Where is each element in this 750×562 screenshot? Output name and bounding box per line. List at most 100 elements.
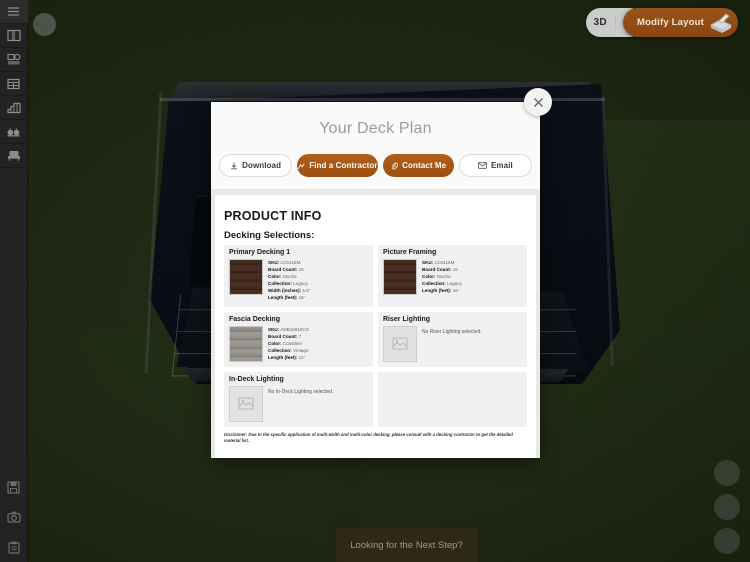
spec-value: Mocha (282, 273, 297, 279)
modal-body[interactable]: PRODUCT INFO Decking Selections: Primary… (211, 189, 540, 458)
spec-value: 7 (298, 333, 302, 339)
find-contractor-label: Find a Contractor (309, 161, 378, 170)
spec-value: LC5416M (280, 260, 301, 265)
placeholder-swatch (383, 325, 417, 362)
sidebar-item-summary[interactable] (0, 532, 28, 562)
sidebar-item-lighting[interactable] (0, 120, 28, 144)
left-toolbar (0, 0, 28, 562)
sidebar-item-menu[interactable] (0, 0, 28, 24)
paperclip-icon (391, 162, 399, 170)
view-mode-3d[interactable]: 3D (586, 17, 615, 28)
next-step-banner[interactable]: Looking for the Next Step? (336, 528, 477, 562)
unlock-all-icon: ALL (719, 500, 735, 514)
card-content: SKU: LC5416M Board Count: 16 Color: Moch… (383, 259, 522, 295)
stairs-icon (6, 102, 21, 113)
modal-header: Your Deck Plan Download Find a Contracto… (211, 102, 540, 189)
card-empty-slot (378, 371, 527, 427)
spec-value: Coastline (282, 340, 302, 346)
floating-tool-column: ALL ALL (714, 460, 740, 554)
deck-plan-modal: Your Deck Plan Download Find a Contracto… (211, 102, 540, 458)
spec-label: Width (inches): (268, 287, 302, 293)
spec-label: Color: (422, 273, 436, 279)
modal-action-row: Download Find a Contractor Contact Me Em… (211, 154, 540, 189)
image-placeholder-icon (238, 397, 254, 410)
card-riser-lighting: Riser Lighting No Riser Lighting selecte… (378, 311, 527, 367)
spec-label: Length (feet): (422, 287, 452, 293)
card-picture-framing: Picture Framing SKU: LC5416M Board Count… (378, 245, 527, 307)
furniture-icon (7, 151, 20, 161)
find-contractor-button[interactable]: Find a Contractor (297, 154, 378, 177)
svg-text:ALL: ALL (726, 542, 735, 548)
sidebar-item-furniture[interactable] (0, 144, 28, 168)
modify-layout-label: Modify Layout (637, 17, 704, 28)
spec-label: Board Count: (422, 266, 452, 272)
in-deck-lighting-note: No In-Deck Lighting selected. (268, 388, 334, 395)
card-primary-decking: Primary Decking 1 SKU: LC5416M Board Cou… (224, 245, 373, 307)
modify-layout-button[interactable]: Modify Layout (623, 8, 738, 37)
app-logo[interactable] (33, 13, 56, 36)
spec-value: 44 (298, 266, 304, 272)
decking-swatch (229, 259, 263, 295)
deck-block-icon (709, 13, 733, 33)
spec-value: 16' (298, 294, 305, 300)
card-row-3: In-Deck Lighting No In-Deck Lighting sel… (224, 371, 527, 427)
decking-swatch (383, 259, 417, 295)
save-disk-icon (7, 480, 20, 494)
spec-value: Legacy (293, 280, 308, 286)
materials-swatch-icon (6, 53, 20, 65)
modal-close-button[interactable] (524, 88, 552, 116)
spec-list: SKU: LC5416M Board Count: 44 Color: Moch… (268, 259, 310, 302)
panel-layout-icon (6, 29, 21, 42)
spec-list: SKU: ADB15516CS Board Count: 7 Color: Co… (268, 326, 309, 362)
sidebar-item-materials[interactable] (0, 48, 28, 72)
contact-me-button[interactable]: Contact Me (382, 154, 454, 177)
spec-label: Board Count: (268, 333, 298, 339)
decking-selections-heading: Decking Selections: (224, 230, 315, 241)
sidebar-item-save[interactable] (0, 472, 28, 502)
spec-value: 16' (452, 287, 459, 293)
spec-label: Collection: (268, 280, 292, 286)
clipboard-icon (7, 541, 20, 554)
delete-all-button[interactable]: ALL (714, 528, 740, 554)
spec-label: Color: (268, 340, 282, 346)
spec-value: 16 (452, 266, 458, 272)
download-label: Download (242, 161, 282, 170)
deck-designer-app: 3D 2D Modify Layout ALL (0, 0, 750, 562)
contact-me-label: Contact Me (402, 161, 447, 170)
sidebar-item-stairs[interactable] (0, 96, 28, 120)
email-label: Email (490, 161, 513, 170)
railing-icon (7, 78, 20, 89)
unlock-all-button[interactable]: ALL (714, 494, 740, 520)
spec-label: Length (feet): (268, 294, 298, 300)
card-row-1: Primary Decking 1 SKU: LC5416M Board Cou… (224, 245, 527, 307)
hamburger-menu-icon (8, 7, 19, 16)
download-icon (231, 162, 237, 169)
spec-label: SKU: (268, 326, 280, 332)
card-fascia-decking: Fascia Decking SKU: ADB15516CS Board Cou… (224, 311, 373, 367)
spec-value: Mocha (436, 273, 451, 279)
document-title: PRODUCT INFO (224, 209, 322, 223)
sidebar-item-snapshot[interactable] (0, 502, 28, 532)
product-info-document: PRODUCT INFO Decking Selections: Primary… (215, 195, 536, 458)
modal-title: Your Deck Plan (319, 120, 432, 137)
download-button[interactable]: Download (219, 154, 293, 177)
card-content: No In-Deck Lighting selected. (229, 385, 368, 422)
spec-label: Board Count: (268, 266, 298, 272)
spec-list: SKU: LC5416M Board Count: 16 Color: Moch… (422, 259, 462, 295)
trash-all-icon: ALL (721, 535, 735, 548)
sidebar-item-railing[interactable] (0, 72, 28, 96)
spec-label: Collection: (422, 280, 446, 286)
sidebar-item-layout[interactable] (0, 24, 28, 48)
email-button[interactable]: Email (458, 154, 532, 177)
envelope-icon (478, 162, 487, 169)
image-placeholder-icon (392, 337, 408, 350)
disclaimer-text: Disclaimer: Due to the specific applicat… (224, 431, 513, 444)
card-content: No Riser Lighting selected. (383, 325, 522, 362)
svg-text:ALL: ALL (725, 508, 735, 514)
spec-label: SKU: (268, 260, 280, 265)
measure-tool-button[interactable] (714, 460, 740, 486)
lighting-icon (7, 128, 20, 137)
card-content: SKU: ADB15516CS Board Count: 7 Color: Co… (229, 325, 368, 362)
card-title: Picture Framing (383, 249, 437, 256)
card-in-deck-lighting: In-Deck Lighting No In-Deck Lighting sel… (224, 371, 373, 427)
